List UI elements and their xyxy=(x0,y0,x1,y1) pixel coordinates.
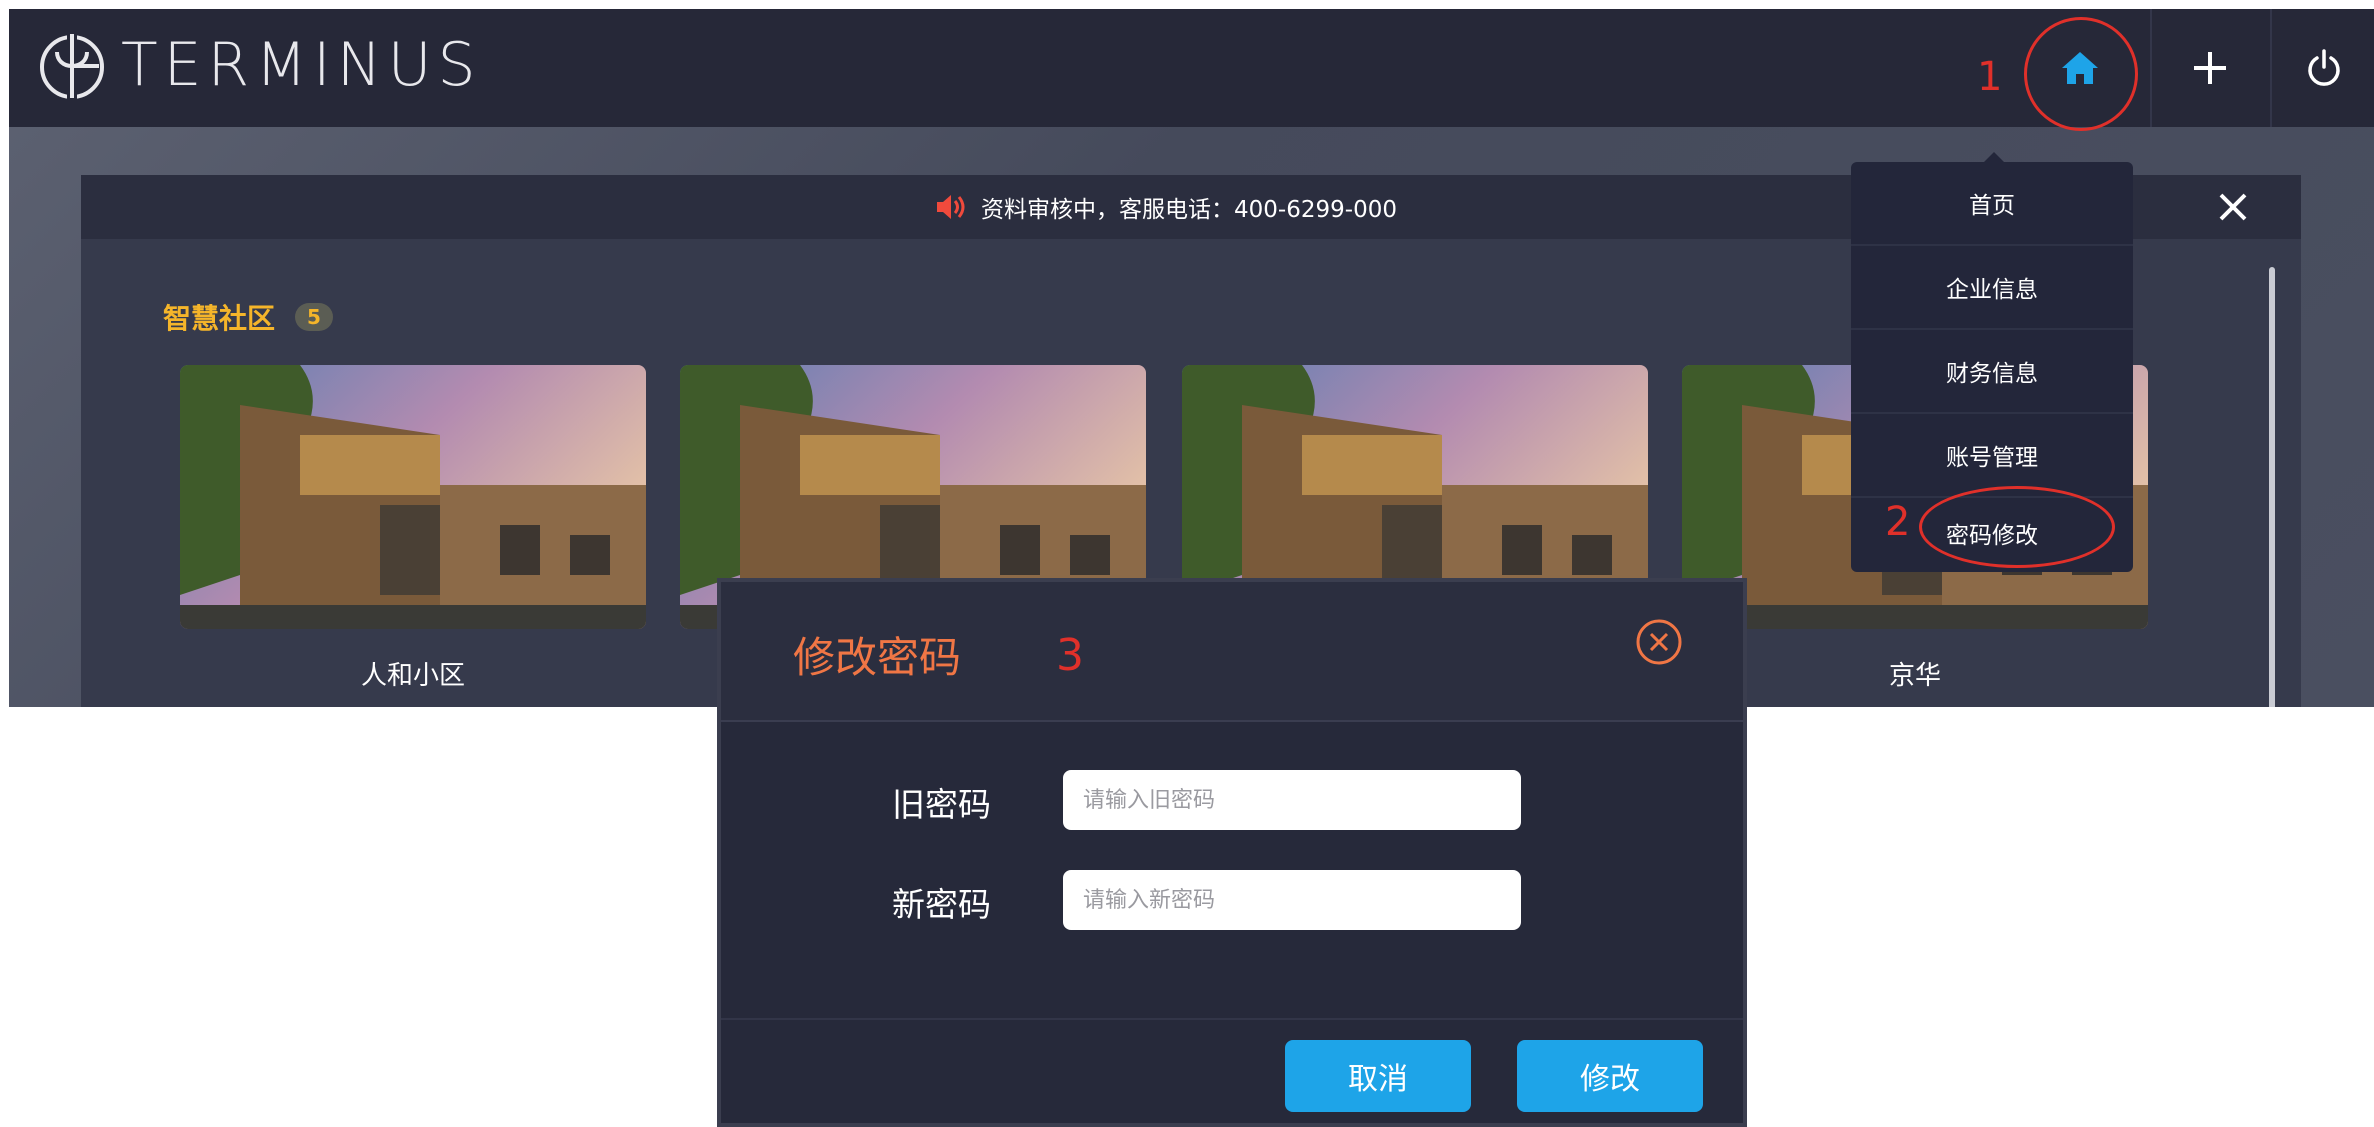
cancel-button[interactable]: 取消 xyxy=(1285,1040,1471,1112)
submit-button[interactable]: 修改 xyxy=(1517,1040,1703,1112)
close-circle-icon[interactable] xyxy=(1635,618,1683,666)
logout-button[interactable] xyxy=(2270,9,2374,127)
change-password-dialog: 修改密码 3 旧密码 新密码 取消 修改 xyxy=(717,578,1747,1127)
old-password-input[interactable] xyxy=(1063,770,1521,830)
menu-item-account-management[interactable]: 账号管理 xyxy=(1851,414,2133,496)
new-password-input[interactable] xyxy=(1063,870,1521,930)
annotation-number-2: 2 xyxy=(1885,499,1911,545)
community-name: 京华 xyxy=(1888,661,1941,691)
terminus-logo[interactable]: TERMINUS xyxy=(33,29,482,101)
section-count-badge: 5 xyxy=(295,303,333,331)
old-password-label: 旧密码 xyxy=(892,785,991,824)
dialog-header: 修改密码 3 xyxy=(721,582,1743,722)
menu-item-finance-info[interactable]: 财务信息 xyxy=(1851,330,2133,412)
power-icon xyxy=(2308,49,2340,86)
top-navigation-bar: TERMINUS 1 xyxy=(9,9,2374,131)
annotation-circle-change-password xyxy=(1919,486,2115,568)
community-name: 人和小区 xyxy=(360,661,465,691)
add-button[interactable] xyxy=(2150,9,2268,127)
plus-icon xyxy=(2194,52,2226,84)
dialog-title: 修改密码 xyxy=(793,633,962,682)
section-title: 智慧社区 xyxy=(163,302,276,335)
menu-item-home[interactable]: 首页 xyxy=(1851,162,2133,244)
annotation-circle-home xyxy=(2024,17,2138,131)
new-password-label: 新密码 xyxy=(892,885,991,924)
speaker-icon xyxy=(937,195,965,219)
scrollbar[interactable] xyxy=(2269,267,2275,707)
community-card[interactable] xyxy=(180,365,646,629)
annotation-number-1: 1 xyxy=(1977,54,2003,100)
terminus-logo-icon xyxy=(40,32,104,100)
community-image xyxy=(180,365,646,629)
menu-item-company-info[interactable]: 企业信息 xyxy=(1851,246,2133,328)
close-icon[interactable] xyxy=(2211,185,2255,229)
dialog-footer-divider xyxy=(721,1018,1743,1020)
annotation-number-3: 3 xyxy=(1056,630,1084,681)
section-header: 智慧社区 5 xyxy=(163,297,333,337)
logo-text: TERMINUS xyxy=(121,30,482,100)
notice-text: 资料审核中，客服电话：400-6299-000 xyxy=(981,197,1397,223)
